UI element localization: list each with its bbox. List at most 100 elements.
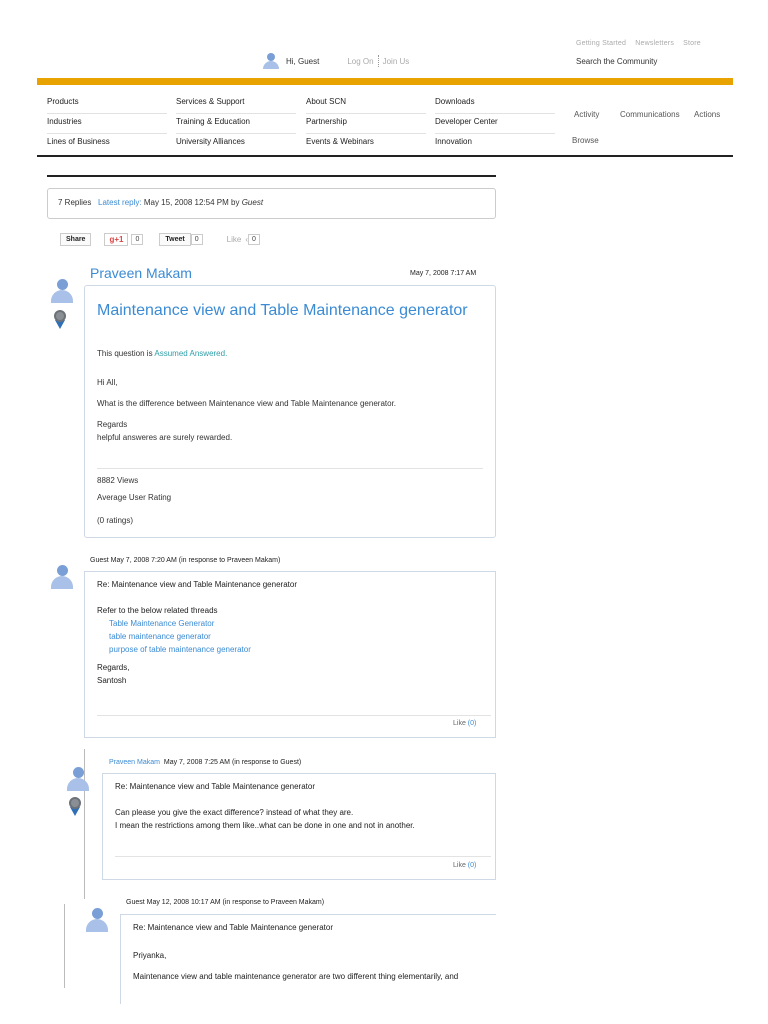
question-author[interactable]: Praveen Makam — [90, 265, 192, 281]
thread-indent-line — [64, 904, 65, 988]
reply-avatar-icon[interactable] — [65, 767, 91, 791]
like-count[interactable]: (0) — [468, 720, 477, 727]
nav-column-4: Downloads Developer Center Innovation — [435, 94, 555, 154]
tab-activity[interactable]: Activity — [574, 110, 599, 119]
like-button[interactable]: Like — [453, 862, 466, 869]
reply-avatar-icon[interactable] — [49, 565, 75, 589]
reply-subject: Re: Maintenance view and Table Maintenan… — [133, 923, 333, 932]
google-plus-count: 0 — [131, 234, 144, 245]
nav-item-downloads[interactable]: Downloads — [435, 94, 555, 114]
reply-body: Can please you give the exact difference… — [115, 806, 415, 832]
reply-in-response[interactable]: (in response to Guest) — [232, 759, 301, 766]
reply-author[interactable]: Praveen Makam — [109, 759, 160, 766]
reply-line: Maintenance view and table maintenance g… — [133, 972, 459, 981]
reply-box: Re: Maintenance view and Table Maintenan… — [102, 773, 496, 880]
nav-item-lines-of-business[interactable]: Lines of Business — [47, 134, 167, 154]
reply-subject: Re: Maintenance view and Table Maintenan… — [97, 580, 297, 589]
nav-item-industries[interactable]: Industries — [47, 114, 167, 134]
divider — [115, 856, 491, 857]
nav-item-services-support[interactable]: Services & Support — [176, 94, 296, 114]
latest-reply-label[interactable]: Latest reply: — [98, 198, 142, 207]
tab-communications[interactable]: Communications — [620, 110, 680, 119]
rating-label: Average User Rating — [97, 493, 172, 502]
badge-ribbon-icon — [52, 310, 68, 330]
nav-item-partnership[interactable]: Partnership — [306, 114, 426, 134]
nav-item-university-alliances[interactable]: University Alliances — [176, 134, 296, 154]
reply-regards: Regards, — [97, 663, 130, 672]
question-status: This question is Assumed Answered. — [97, 349, 228, 358]
like-control: Like (0) — [453, 862, 476, 869]
like-button[interactable]: Like — [453, 720, 466, 727]
search-community-label[interactable]: Search the Community — [576, 57, 657, 66]
reply-in-response[interactable]: (in response to Praveen Makam) — [223, 899, 325, 906]
greeting-text: Hi, Guest — [286, 56, 320, 66]
latest-reply-author: Guest — [241, 198, 264, 207]
nav-item-products[interactable]: Products — [47, 94, 167, 114]
question-box: Maintenance view and Table Maintenance g… — [84, 285, 496, 538]
views-count: 8882 Views — [97, 476, 139, 485]
getting-started-link[interactable]: Getting Started — [576, 40, 626, 47]
reply-body: Priyanka, Maintenance view and table mai… — [133, 949, 458, 983]
related-link[interactable]: table maintenance generator — [97, 630, 251, 643]
reply-box: Re: Maintenance view and Table Maintenan… — [84, 571, 496, 738]
reply-date: May 7, 2008 7:25 AM — [163, 759, 231, 766]
reply-meta: Guest May 7, 2008 7:20 AM (in response t… — [90, 557, 280, 564]
user-area: Hi, Guest Log On Join Us — [262, 53, 409, 69]
ratings-count: (0 ratings) — [97, 516, 134, 525]
like-control: Like (0) — [453, 720, 476, 727]
reply-date: May 12, 2008 10:17 AM — [146, 899, 221, 906]
reply-author: Guest — [90, 557, 109, 564]
related-links: Table Maintenance Generator table mainte… — [97, 617, 251, 656]
reply-meta: Guest May 12, 2008 10:17 AM (in response… — [126, 899, 324, 906]
body-greeting: Hi All, — [97, 378, 118, 387]
separator — [377, 55, 379, 67]
nav-item-about-scn[interactable]: About SCN — [306, 94, 426, 114]
store-link[interactable]: Store — [683, 40, 701, 47]
join-link[interactable]: Join Us — [383, 57, 410, 66]
tweet-button[interactable]: Tweet — [159, 233, 191, 246]
reply-meta: Praveen Makam May 7, 2008 7:25 AM (in re… — [109, 759, 301, 766]
related-link[interactable]: purpose of table maintenance generator — [97, 643, 251, 656]
guest-avatar-icon — [262, 53, 280, 69]
reply-avatar-icon[interactable] — [84, 908, 110, 932]
google-plus-button[interactable]: g+1 — [104, 233, 129, 246]
assumed-answered-link[interactable]: Assumed Answered. — [154, 349, 227, 358]
tab-actions[interactable]: Actions — [694, 110, 720, 119]
browse-link[interactable]: Browse — [572, 136, 599, 145]
like-count: 0 — [247, 234, 260, 245]
like-button[interactable]: Like — [227, 235, 242, 244]
social-share-bar: Share g+1 0 Tweet 0 Like ‹ 0 — [60, 233, 260, 246]
like-count[interactable]: (0) — [468, 862, 477, 869]
author-avatar-icon[interactable] — [49, 279, 75, 303]
reply-signature: Santosh — [97, 676, 127, 685]
nav-item-events-webinars[interactable]: Events & Webinars — [306, 134, 426, 154]
body-regards: Regards — [97, 420, 128, 429]
question-stats: 8882 Views Average User Rating (0 rating… — [97, 474, 171, 531]
nav-item-innovation[interactable]: Innovation — [435, 134, 555, 154]
question-title: Maintenance view and Table Maintenance g… — [97, 302, 468, 319]
nav-column-2: Services & Support Training & Education … — [176, 94, 296, 154]
thread-summary-box: 7 Replies Latest reply: May 15, 2008 12:… — [47, 188, 496, 219]
tweet-count: 0 — [190, 234, 203, 245]
nav-column-3: About SCN Partnership Events & Webinars — [306, 94, 426, 154]
divider — [97, 715, 491, 716]
top-links: Getting Started Newsletters Store — [576, 40, 708, 47]
question-body: Hi All, What is the difference between M… — [97, 376, 477, 444]
reply-line: Priyanka, — [133, 951, 167, 960]
reply-line: Can please you give the exact difference… — [115, 808, 354, 817]
latest-reply-date: May 15, 2008 12:54 PM by — [143, 198, 240, 207]
related-link[interactable]: Table Maintenance Generator — [97, 617, 251, 630]
reply-author: Guest — [126, 899, 145, 906]
thread-top-rule — [47, 175, 496, 177]
nav-item-training-education[interactable]: Training & Education — [176, 114, 296, 134]
share-button[interactable]: Share — [60, 233, 92, 246]
reply-intro: Refer to the below related threads — [97, 606, 218, 615]
nav-item-developer-center[interactable]: Developer Center — [435, 114, 555, 134]
newsletters-link[interactable]: Newsletters — [635, 40, 674, 47]
body-signature: helpful answeres are surely rewarded. — [97, 433, 233, 442]
reply-body: Refer to the below related threads Table… — [97, 604, 251, 687]
nav-column-1: Products Industries Lines of Business — [47, 94, 167, 154]
login-link[interactable]: Log On — [347, 57, 373, 66]
reply-in-response[interactable]: (in response to Praveen Makam) — [179, 557, 281, 564]
reply-line: I mean the restrictions among them like.… — [115, 821, 415, 830]
